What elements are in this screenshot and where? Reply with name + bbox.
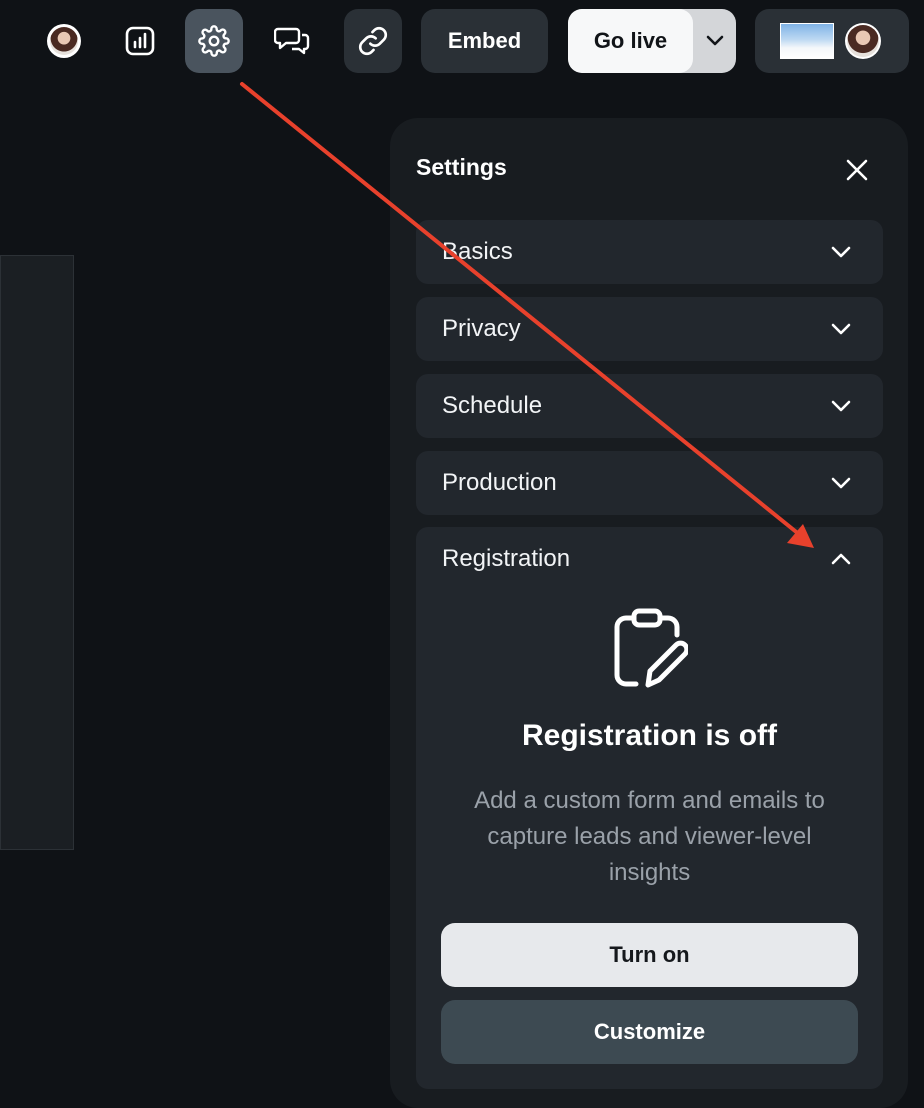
section-label: Basics (442, 238, 513, 265)
chevron-down-icon (831, 396, 851, 416)
section-privacy[interactable]: Privacy (416, 297, 883, 361)
section-registration: Registration Registration is off Add a c… (416, 527, 883, 1089)
section-basics[interactable]: Basics (416, 220, 883, 284)
turn-on-registration-button[interactable]: Turn on (441, 923, 858, 987)
chat-icon (274, 27, 310, 55)
profile-avatar-button[interactable] (35, 9, 93, 73)
analytics-button[interactable] (111, 9, 169, 73)
section-registration-header[interactable]: Registration (416, 527, 883, 591)
analytics-icon (125, 26, 155, 56)
settings-panel: Settings Basics Privacy Schedule Product… (390, 118, 908, 1108)
section-label: Privacy (442, 315, 521, 342)
close-settings-button[interactable] (841, 154, 873, 186)
chevron-down-icon (706, 35, 723, 46)
link-icon (358, 26, 388, 56)
embed-button-label: Embed (447, 28, 522, 53)
go-live-label: Go live (593, 28, 668, 53)
chevron-down-icon (831, 473, 851, 493)
customize-label: Customize (593, 1019, 706, 1044)
chevron-down-icon (831, 319, 851, 339)
scene-thumbnail (780, 23, 834, 59)
section-label: Schedule (442, 392, 543, 419)
section-label: Production (442, 469, 557, 496)
go-live-options-button[interactable] (693, 9, 736, 73)
chevron-up-icon (831, 549, 851, 569)
chevron-down-icon (831, 242, 851, 262)
section-production[interactable]: Production (416, 451, 883, 515)
turn-on-label: Turn on (609, 942, 690, 967)
customize-registration-button[interactable]: Customize (441, 1000, 858, 1064)
go-live-button[interactable]: Go live (568, 9, 693, 73)
registration-description: Add a custom form and emails to capture … (474, 787, 825, 886)
close-icon (846, 159, 868, 181)
clipboard-edit-icon (614, 608, 688, 688)
chat-button[interactable] (263, 9, 321, 73)
top-toolbar: Embed Go live (0, 0, 924, 82)
go-live-group: Go live (568, 9, 736, 73)
avatar-icon (47, 24, 81, 58)
settings-button[interactable] (185, 9, 243, 73)
section-label: Registration (442, 545, 571, 572)
share-link-button[interactable] (344, 9, 402, 73)
scene-preview-button[interactable] (755, 9, 909, 73)
gear-icon (198, 25, 230, 57)
stage-canvas-panel (0, 255, 74, 850)
section-schedule[interactable]: Schedule (416, 374, 883, 438)
registration-status-heading: Registration is off (521, 719, 777, 752)
settings-title: Settings (416, 154, 507, 180)
host-avatar (845, 23, 881, 59)
embed-button[interactable]: Embed (421, 9, 548, 73)
